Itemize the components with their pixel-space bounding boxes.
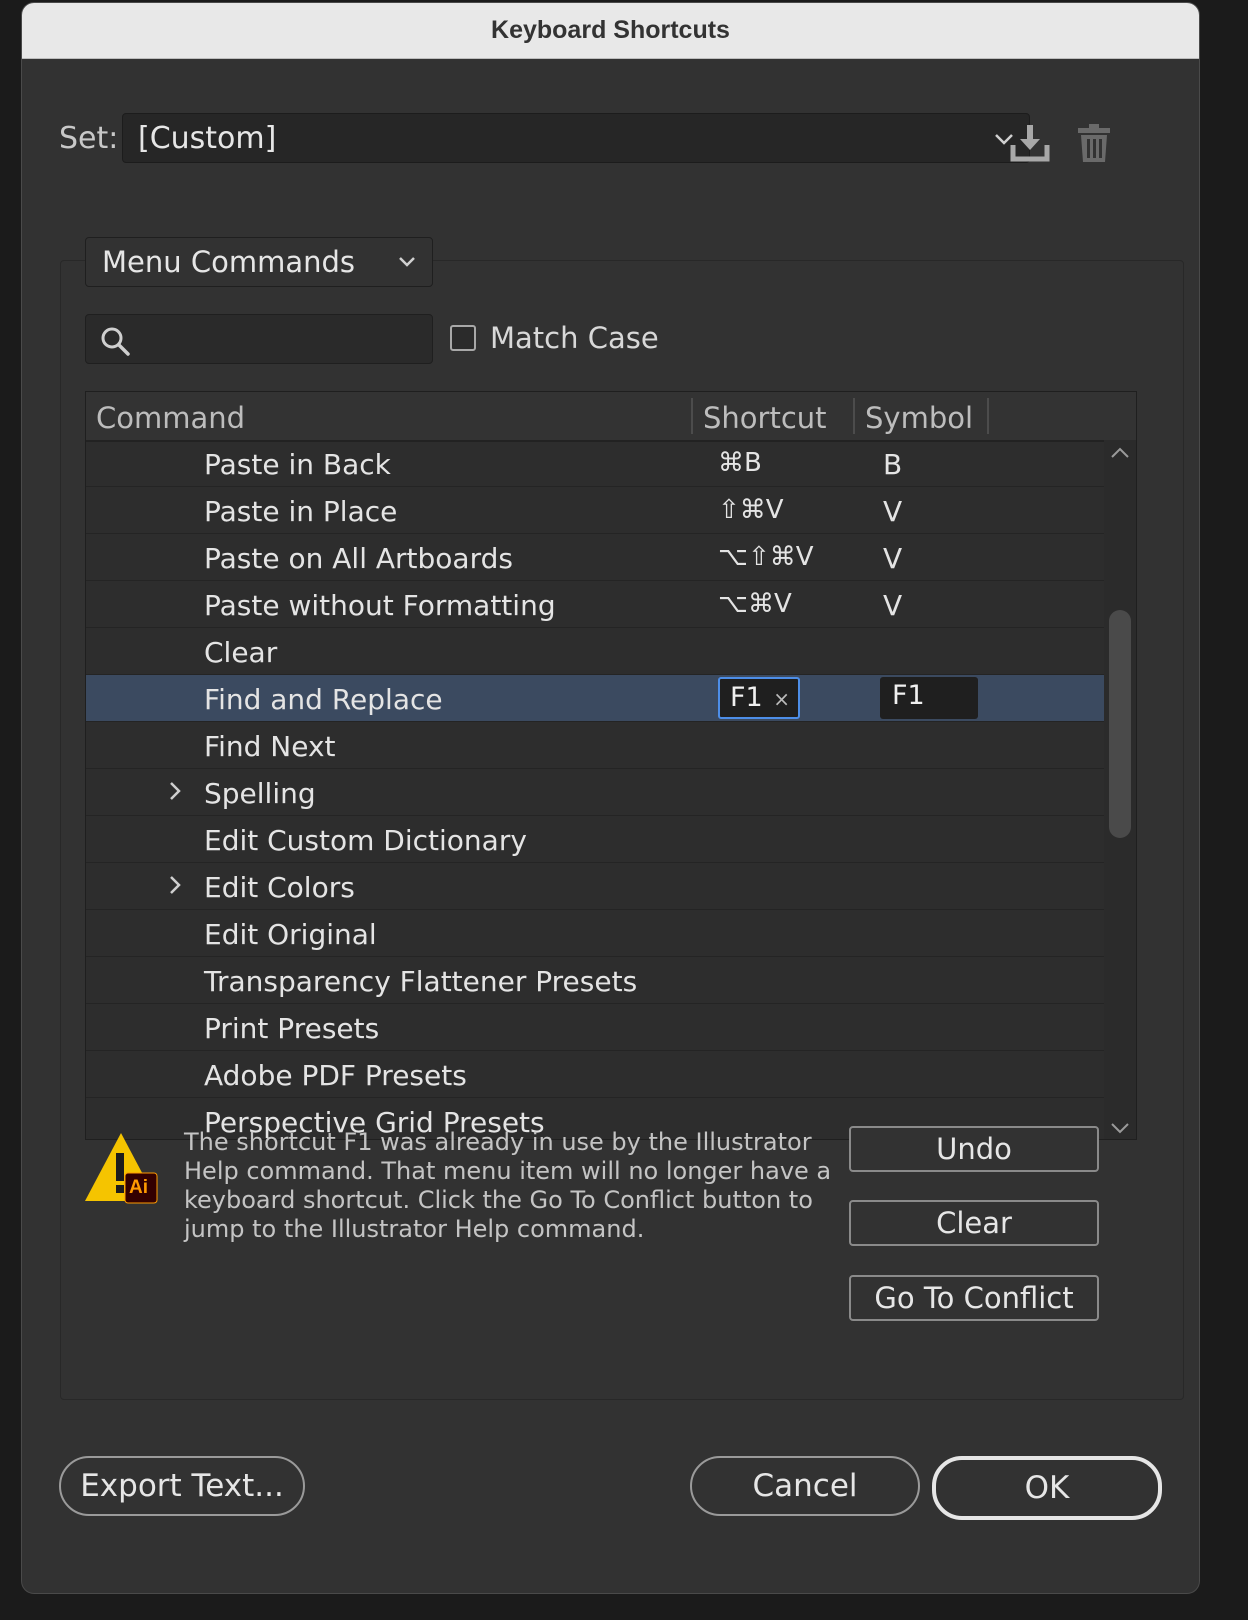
shortcut-edit-field[interactable]: F1 ×: [718, 677, 800, 719]
table-row[interactable]: Print Presets: [86, 1004, 1104, 1051]
shortcut-keys[interactable]: ⌥⌘V: [718, 589, 792, 619]
cancel-button[interactable]: Cancel: [690, 1456, 920, 1516]
command-name: Spelling: [204, 777, 316, 810]
shortcut-type-value: Menu Commands: [102, 245, 355, 279]
table-header: Command Shortcut Symbol: [86, 392, 1136, 442]
command-name: Edit Custom Dictionary: [204, 824, 527, 857]
shortcut-symbol[interactable]: V: [883, 589, 902, 622]
keyboard-shortcuts-dialog: Keyboard Shortcuts Set: [Custom] Menu Co…: [22, 3, 1199, 1593]
table-row[interactable]: Clear: [86, 628, 1104, 675]
chevron-right-icon[interactable]: [162, 868, 188, 902]
command-name: Paste in Back: [204, 448, 391, 481]
command-name: Print Presets: [204, 1012, 380, 1045]
shortcut-keys: F1: [730, 682, 763, 713]
match-case-label: Match Case: [490, 321, 659, 355]
shortcut-keys[interactable]: ⌘B: [718, 448, 762, 478]
export-text-button[interactable]: Export Text...: [59, 1456, 305, 1516]
clear-shortcut-icon[interactable]: ×: [773, 687, 790, 711]
shortcut-type-dropdown[interactable]: Menu Commands: [85, 237, 433, 287]
table-row[interactable]: Paste without Formatting ⌥⌘V V: [86, 581, 1104, 628]
clear-button[interactable]: Clear: [849, 1200, 1099, 1246]
shortcuts-table: Command Shortcut Symbol Paste in Back ⌘B…: [85, 391, 1137, 1140]
table-row[interactable]: Edit Colors: [86, 863, 1104, 910]
ok-button[interactable]: OK: [932, 1456, 1162, 1520]
table-row[interactable]: Paste in Back ⌘B B: [86, 440, 1104, 487]
match-case-checkbox[interactable]: [450, 325, 476, 351]
shortcut-keys[interactable]: ⇧⌘V: [718, 495, 784, 525]
column-header-symbol[interactable]: Symbol: [865, 401, 973, 435]
conflict-message: The shortcut F1 was already in use by th…: [184, 1128, 832, 1243]
shortcut-symbol[interactable]: V: [883, 542, 902, 575]
table-row[interactable]: Paste on All Artboards ⌥⇧⌘V V: [86, 534, 1104, 581]
ai-badge-text: Ai: [129, 1177, 148, 1198]
table-row[interactable]: Edit Original: [86, 910, 1104, 957]
column-divider: [853, 398, 855, 434]
table-row[interactable]: Adobe PDF Presets: [86, 1051, 1104, 1098]
trash-icon: [1078, 124, 1110, 162]
table-body: Paste in Back ⌘B B Paste in Place ⇧⌘V V …: [86, 440, 1104, 1139]
shortcut-symbol: F1: [892, 680, 925, 711]
chevron-down-icon: [399, 257, 415, 267]
scrollbar-thumb[interactable]: [1109, 610, 1131, 838]
search-input[interactable]: [144, 321, 428, 359]
go-to-conflict-button[interactable]: Go To Conflict: [849, 1275, 1099, 1321]
command-name: Clear: [204, 636, 278, 669]
chevron-right-icon[interactable]: [162, 774, 188, 808]
command-name: Transparency Flattener Presets: [204, 965, 638, 998]
dialog-title: Keyboard Shortcuts: [22, 3, 1199, 59]
command-name: Paste in Place: [204, 495, 398, 528]
download-icon: [1010, 125, 1050, 162]
command-name: Adobe PDF Presets: [204, 1059, 467, 1092]
search-icon: [101, 327, 130, 356]
set-label: Set:: [59, 121, 119, 156]
column-header-shortcut[interactable]: Shortcut: [703, 401, 827, 435]
table-row-selected[interactable]: Find and Replace F1 × F1: [86, 675, 1104, 722]
table-row[interactable]: Find Next: [86, 722, 1104, 769]
command-name: Paste on All Artboards: [204, 542, 513, 575]
table-row[interactable]: Paste in Place ⇧⌘V V: [86, 487, 1104, 534]
match-case-toggle[interactable]: Match Case: [450, 321, 659, 355]
set-value: [Custom]: [138, 120, 277, 156]
column-divider: [987, 398, 989, 434]
table-row[interactable]: Edit Custom Dictionary: [86, 816, 1104, 863]
table-row[interactable]: Transparency Flattener Presets: [86, 957, 1104, 1004]
undo-button[interactable]: Undo: [849, 1126, 1099, 1172]
search-field[interactable]: [85, 314, 433, 364]
warning-icon: Ai: [85, 1131, 161, 1211]
command-name: Find and Replace: [204, 683, 443, 716]
table-row[interactable]: Spelling: [86, 769, 1104, 816]
table-scrollbar[interactable]: [1104, 440, 1136, 1139]
command-name: Paste without Formatting: [204, 589, 556, 622]
chevron-up-icon[interactable]: [1110, 446, 1130, 460]
set-dropdown[interactable]: [Custom]: [122, 113, 1030, 163]
command-name: Find Next: [204, 730, 336, 763]
command-name: Edit Original: [204, 918, 377, 951]
delete-set-button[interactable]: [1072, 121, 1116, 165]
shortcut-symbol[interactable]: V: [883, 495, 902, 528]
column-header-command[interactable]: Command: [96, 401, 245, 435]
shortcut-symbol[interactable]: B: [883, 448, 902, 481]
shortcut-keys[interactable]: ⌥⇧⌘V: [718, 542, 814, 572]
command-name: Edit Colors: [204, 871, 355, 904]
symbol-edit-field[interactable]: F1: [880, 677, 978, 719]
chevron-down-icon[interactable]: [1110, 1121, 1130, 1135]
save-set-button[interactable]: [1007, 121, 1053, 165]
column-divider: [691, 398, 693, 434]
